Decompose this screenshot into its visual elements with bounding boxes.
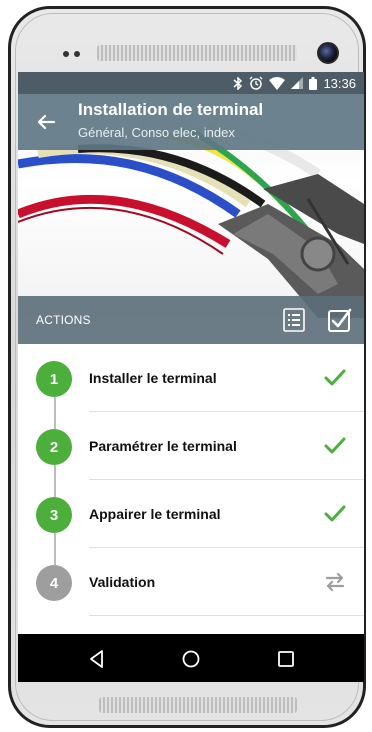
step-item[interactable]: 3 Appairer le terminal [18, 480, 364, 548]
signal-icon [291, 77, 304, 89]
page-title: Installation de terminal [78, 100, 264, 119]
check-icon [324, 437, 346, 454]
step-item[interactable]: 2 Paramétrer le terminal [18, 412, 364, 480]
step-number-badge: 2 [36, 429, 72, 465]
step-label: Validation [89, 574, 156, 590]
step-connector [54, 548, 56, 565]
step-item[interactable]: 4 Validation [18, 548, 364, 616]
battery-icon [309, 76, 318, 90]
bluetooth-icon [233, 76, 243, 90]
recents-square-icon[interactable] [275, 648, 297, 670]
check-icon [324, 369, 346, 386]
step-number-badge: 3 [36, 497, 72, 533]
back-triangle-icon[interactable] [86, 648, 108, 670]
status-time: 13:36 [323, 75, 356, 91]
page-subtitle: Général, Conso elec, index [78, 125, 235, 140]
app-header: Installation de terminal Général, Conso … [18, 94, 364, 150]
earpiece-speaker [97, 45, 297, 61]
alarm-icon [249, 76, 263, 90]
checkbox-icon[interactable] [328, 308, 352, 332]
step-number-badge: 1 [36, 361, 72, 397]
divider [89, 615, 364, 616]
step-label: Installer le terminal [89, 370, 217, 386]
front-camera [317, 42, 339, 64]
step-connector [54, 533, 56, 548]
bottom-speaker [99, 697, 297, 713]
home-circle-icon[interactable] [180, 648, 202, 670]
status-bar: 13:36 [18, 72, 364, 94]
list-icon[interactable] [283, 308, 305, 332]
step-number-badge: 4 [36, 565, 72, 601]
step-connector [54, 397, 56, 412]
back-arrow-icon[interactable] [36, 112, 56, 132]
step-label: Paramétrer le terminal [89, 438, 237, 454]
sensor-dots [63, 51, 80, 57]
screen: 13:36 Installation de terminal Général, … [18, 72, 364, 682]
actions-bar: ACTIONS [18, 296, 364, 344]
system-nav-bar [18, 634, 364, 682]
step-connector [54, 465, 56, 480]
actions-label: ACTIONS [36, 313, 91, 327]
step-connector [54, 480, 56, 497]
step-item[interactable]: 1 Installer le terminal [18, 344, 364, 412]
step-label: Appairer le terminal [89, 506, 221, 522]
wifi-icon [269, 76, 286, 90]
steps-list: 1 Installer le terminal 2 Paramétrer le … [18, 344, 364, 616]
swap-icon [325, 572, 345, 592]
check-icon [324, 505, 346, 522]
step-connector [54, 412, 56, 429]
